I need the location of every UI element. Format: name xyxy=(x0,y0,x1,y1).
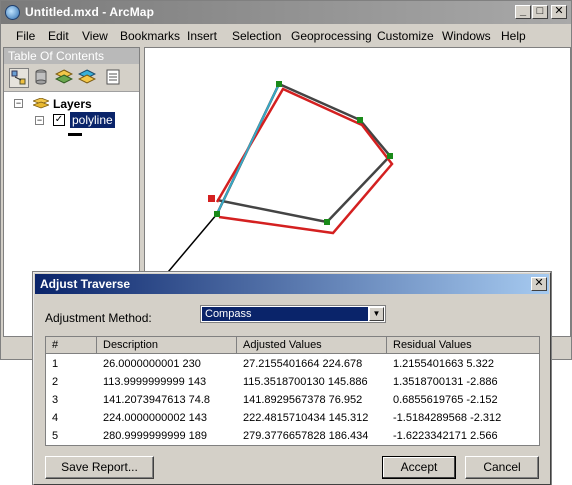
visibility-layers-icon xyxy=(54,69,74,84)
dropdown-arrow-icon[interactable]: ▼ xyxy=(369,307,384,321)
menubar: File Edit View Bookmarks Insert Selectio… xyxy=(1,24,571,46)
cancel-button[interactable]: Cancel xyxy=(465,456,539,479)
table-header: # Description Adjusted Values Residual V… xyxy=(46,337,539,354)
arcmap-app-icon xyxy=(5,5,20,20)
options-icon xyxy=(106,69,120,85)
cell-number: 2 xyxy=(52,376,59,388)
layer-polyline[interactable]: polyline xyxy=(70,112,115,128)
window-title: Untitled.mxd - ArcMap xyxy=(25,5,154,19)
toc-options-button[interactable] xyxy=(104,68,124,88)
vertex-4[interactable] xyxy=(324,219,330,225)
adjustment-method-value: Compass xyxy=(202,307,368,321)
cell-number: 4 xyxy=(52,412,59,424)
list-by-drawing-order-button[interactable] xyxy=(9,68,29,88)
toc-toolbar xyxy=(4,64,139,92)
menu-selection[interactable]: Selection xyxy=(232,29,281,43)
window-titlebar[interactable]: Untitled.mxd - ArcMap _ □ ✕ xyxy=(1,1,571,24)
menu-help[interactable]: Help xyxy=(501,29,526,43)
save-report-button[interactable]: Save Report... xyxy=(45,456,154,479)
vertex-start[interactable] xyxy=(214,211,220,217)
cell-adjusted-values: 141.8929567378 76.952 xyxy=(243,394,363,406)
original-traverse-line xyxy=(215,82,392,224)
adjust-traverse-dialog: Adjust Traverse ✕ Adjustment Method: Com… xyxy=(33,272,551,485)
table-row[interactable]: 2 113.9999999999 143 115.3518700130 145.88… xyxy=(46,374,539,392)
cell-residual-values: 1.2155401663 5.322 xyxy=(393,358,494,370)
polyline-legend-symbol xyxy=(68,133,82,136)
cell-adjusted-values: 222.4815710434 145.312 xyxy=(243,412,369,424)
column-header-adjusted[interactable]: Adjusted Values xyxy=(237,337,387,354)
cell-number: 5 xyxy=(52,430,59,442)
toc-title: Table Of Contents xyxy=(4,48,139,64)
cell-description: 26.0000000001 230 xyxy=(103,358,201,370)
column-header-residual[interactable]: Residual Values xyxy=(387,337,539,354)
layers-group-label[interactable]: Layers xyxy=(53,97,92,111)
vertex-2[interactable] xyxy=(357,117,363,123)
cell-description: 224.0000000002 143 xyxy=(103,412,207,424)
dialog-title: Adjust Traverse xyxy=(40,277,131,291)
vertex-end[interactable] xyxy=(208,195,215,202)
cell-description: 280.9999999999 189 xyxy=(103,430,207,442)
table-row[interactable]: 5 280.9999999999 189 279.3776657828 186.43… xyxy=(46,428,539,446)
dialog-titlebar[interactable]: Adjust Traverse ✕ xyxy=(35,274,549,294)
traverse-table: # Description Adjusted Values Residual V… xyxy=(45,336,540,446)
polyline-visibility-checkbox[interactable]: ✓ xyxy=(53,114,65,126)
cell-description: 141.2073947613 74.8 xyxy=(103,394,211,406)
layers-collapse-toggle[interactable]: − xyxy=(14,99,23,108)
table-row[interactable]: 4 224.0000000002 143 222.4815710434 145.31… xyxy=(46,410,539,428)
polyline-collapse-toggle[interactable]: − xyxy=(35,116,44,125)
cell-number: 1 xyxy=(52,358,59,370)
menu-customize[interactable]: Customize xyxy=(377,29,434,43)
table-row[interactable]: 1 26.0000000001 230 27.2155401664 224.678 1… xyxy=(46,356,539,374)
menu-windows[interactable]: Windows xyxy=(442,29,491,43)
selection-icon xyxy=(77,69,97,84)
accept-button[interactable]: Accept xyxy=(382,456,456,479)
column-header-description[interactable]: Description xyxy=(97,337,237,354)
cell-residual-values: 0.6855619765 -2.152 xyxy=(393,394,498,406)
cell-adjusted-values: 27.2155401664 224.678 xyxy=(243,358,363,370)
leader-line xyxy=(162,213,218,279)
cell-adjusted-values: 115.3518700130 145.886 xyxy=(243,376,368,388)
cell-residual-values: 1.3518700131 -2.886 xyxy=(393,376,498,388)
minimize-button[interactable]: _ xyxy=(515,5,531,19)
list-by-source-button[interactable] xyxy=(32,68,52,88)
vertex-1[interactable] xyxy=(276,81,282,87)
cell-adjusted-values: 279.3776657828 186.434 xyxy=(243,430,369,442)
menu-bookmarks[interactable]: Bookmarks xyxy=(120,29,180,43)
list-by-selection-button[interactable] xyxy=(77,68,98,88)
close-window-button[interactable]: ✕ xyxy=(551,5,567,19)
adjustment-method-select[interactable]: Compass ▼ xyxy=(200,305,386,323)
cell-number: 3 xyxy=(52,394,59,406)
table-row[interactable]: 3 141.2073947613 74.8 141.8929567378 76.95… xyxy=(46,392,539,410)
menu-file[interactable]: File xyxy=(16,29,35,43)
database-icon xyxy=(35,69,47,85)
menu-insert[interactable]: Insert xyxy=(187,29,217,43)
cell-residual-values: -1.6223342171 2.566 xyxy=(393,430,498,442)
highlighted-segment xyxy=(216,83,280,215)
adjustment-method-label: Adjustment Method: xyxy=(45,311,152,325)
list-by-visibility-button[interactable] xyxy=(54,68,75,88)
menu-edit[interactable]: Edit xyxy=(48,29,69,43)
maximize-button[interactable]: □ xyxy=(532,5,548,19)
dialog-close-button[interactable]: ✕ xyxy=(531,277,547,291)
layers-icon xyxy=(33,98,49,109)
cell-description: 113.9999999999 143 xyxy=(103,376,207,388)
menu-geoprocessing[interactable]: Geoprocessing xyxy=(291,29,372,43)
column-header-number[interactable]: # xyxy=(46,337,97,354)
drawing-order-icon xyxy=(11,70,26,85)
cell-residual-values: -1.5184289568 -2.312 xyxy=(393,412,502,424)
menu-view[interactable]: View xyxy=(82,29,108,43)
vertex-3[interactable] xyxy=(387,153,393,159)
